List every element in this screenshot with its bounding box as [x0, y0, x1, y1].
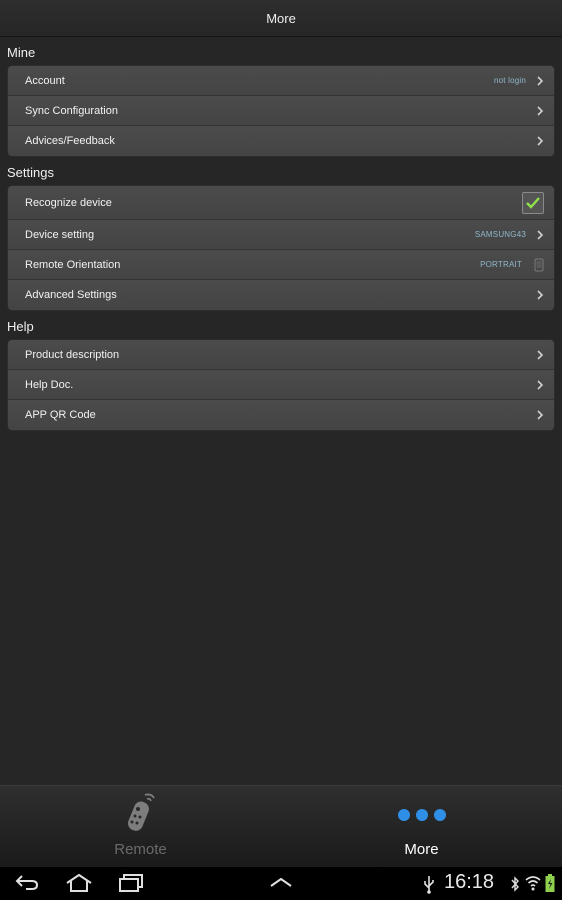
system-navigation-bar: 16:18 — [0, 867, 562, 900]
row-device-setting[interactable]: Device setting SAMSUNG43 — [8, 220, 554, 250]
group-mine: Account not login Sync Configuration Adv… — [7, 65, 555, 157]
group-help: Product description Help Doc. APP QR Cod… — [7, 339, 555, 431]
section-title-help: Help — [7, 319, 34, 334]
status-clock: 16:18 — [444, 871, 495, 893]
recognize-device-checkbox[interactable] — [522, 191, 544, 214]
row-label: APP QR Code — [25, 409, 96, 421]
checkmark-icon — [526, 196, 540, 209]
dot — [433, 809, 446, 821]
section-title-settings: Settings — [7, 165, 54, 180]
device-setting-value: SAMSUNG43 — [474, 230, 526, 239]
phone-portrait-icon — [534, 258, 544, 271]
row-label: Recognize device — [25, 196, 112, 209]
row-label: Device setting — [25, 228, 95, 241]
bottom-tab-bar: Remote More — [0, 785, 562, 867]
chevron-right-icon — [537, 410, 544, 420]
settings-list: Mine Account not login Sync Configuratio… — [0, 37, 562, 785]
chevron-right-icon — [537, 136, 544, 146]
row-label: Help Doc. — [25, 378, 74, 391]
row-advices-feedback[interactable]: Advices/Feedback — [8, 126, 554, 156]
group-settings: Recognize device Device setting SAMSUNG4… — [7, 185, 555, 311]
row-label: Advices/Feedback — [25, 135, 115, 147]
page-title: More — [266, 10, 296, 26]
home-icon[interactable] — [64, 872, 94, 894]
tab-more-label: More — [404, 841, 439, 858]
chevron-right-icon — [537, 75, 544, 86]
chevron-right-icon — [537, 290, 544, 300]
tab-remote-label: Remote — [114, 841, 167, 858]
row-sync-configuration[interactable]: Sync Configuration — [8, 96, 554, 126]
back-icon[interactable] — [14, 872, 40, 894]
row-recognize-device[interactable]: Recognize device — [8, 186, 554, 220]
row-label: Advanced Settings — [25, 289, 117, 301]
wifi-icon — [525, 876, 541, 891]
tab-more[interactable]: More — [281, 786, 562, 868]
row-help-doc[interactable]: Help Doc. — [8, 370, 554, 400]
row-account[interactable]: Account not login — [8, 66, 554, 96]
row-app-qr-code[interactable]: APP QR Code — [8, 400, 554, 430]
tab-remote[interactable]: Remote — [0, 786, 281, 868]
dot — [397, 809, 410, 821]
row-advanced-settings[interactable]: Advanced Settings — [8, 280, 554, 310]
row-product-description[interactable]: Product description — [8, 340, 554, 370]
orientation-value: PORTRAIT — [480, 260, 522, 269]
recent-apps-icon[interactable] — [117, 872, 145, 894]
dot — [415, 809, 428, 821]
row-remote-orientation[interactable]: Remote Orientation PORTRAIT — [8, 250, 554, 280]
section-title-mine: Mine — [7, 45, 36, 60]
battery-charging-icon — [545, 874, 555, 892]
row-label: Sync Configuration — [25, 104, 118, 117]
remote-control-icon — [127, 793, 155, 831]
three-dots-icon — [397, 795, 446, 835]
usb-icon — [424, 876, 434, 894]
row-label: Product description — [25, 348, 120, 361]
chevron-right-icon — [537, 379, 544, 390]
chevron-right-icon — [537, 105, 544, 116]
chevron-right-icon — [537, 349, 544, 360]
row-label: Account — [25, 74, 65, 87]
chevron-right-icon — [537, 229, 544, 240]
title-bar: More — [0, 0, 562, 37]
bluetooth-icon — [511, 876, 519, 892]
row-label: Remote Orientation — [25, 258, 121, 271]
account-status-value: not login — [493, 76, 526, 85]
chevron-up-icon[interactable] — [269, 876, 293, 888]
